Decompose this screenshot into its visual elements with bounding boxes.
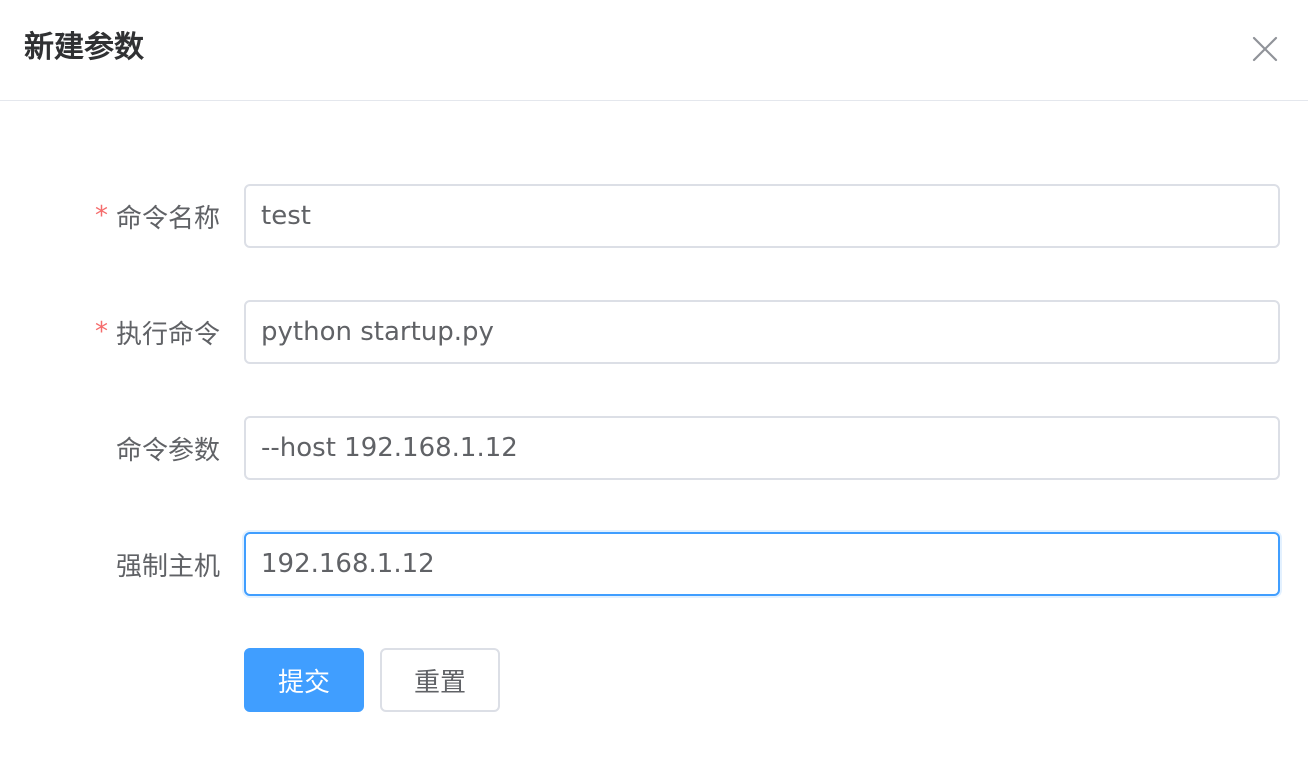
force-host-input[interactable] xyxy=(244,532,1280,596)
close-button[interactable] xyxy=(1246,30,1284,68)
form-item-command-args: 命令参数 xyxy=(0,416,1308,480)
command-args-label-text: 命令参数 xyxy=(115,435,220,466)
form-item-force-host: 强制主机 xyxy=(0,532,1308,596)
dialog-header: 新建参数 xyxy=(0,0,1308,101)
close-icon xyxy=(1252,36,1278,62)
command-name-label: * 命令名称 xyxy=(95,184,220,248)
submit-button[interactable]: 提交 xyxy=(244,648,364,712)
form-item-command-name: * 命令名称 xyxy=(0,184,1308,248)
form-item-exec-command: * 执行命令 xyxy=(0,300,1308,364)
command-name-input[interactable] xyxy=(244,184,1280,248)
command-args-label: 命令参数 xyxy=(116,416,220,480)
exec-command-label-text: 执行命令 xyxy=(115,319,220,350)
required-mark: * xyxy=(94,317,108,347)
dialog-title: 新建参数 xyxy=(24,30,144,65)
force-host-label: 强制主机 xyxy=(116,532,220,596)
exec-command-input[interactable] xyxy=(244,300,1280,364)
command-name-label-text: 命令名称 xyxy=(115,203,220,234)
command-args-input[interactable] xyxy=(244,416,1280,480)
reset-button[interactable]: 重置 xyxy=(380,648,500,712)
required-mark: * xyxy=(94,201,108,231)
force-host-label-text: 强制主机 xyxy=(115,551,220,582)
create-parameter-dialog: 新建参数 * 命令名称 * 执行命令 命令参数 强制主机 xyxy=(0,0,1308,784)
exec-command-label: * 执行命令 xyxy=(95,300,220,364)
